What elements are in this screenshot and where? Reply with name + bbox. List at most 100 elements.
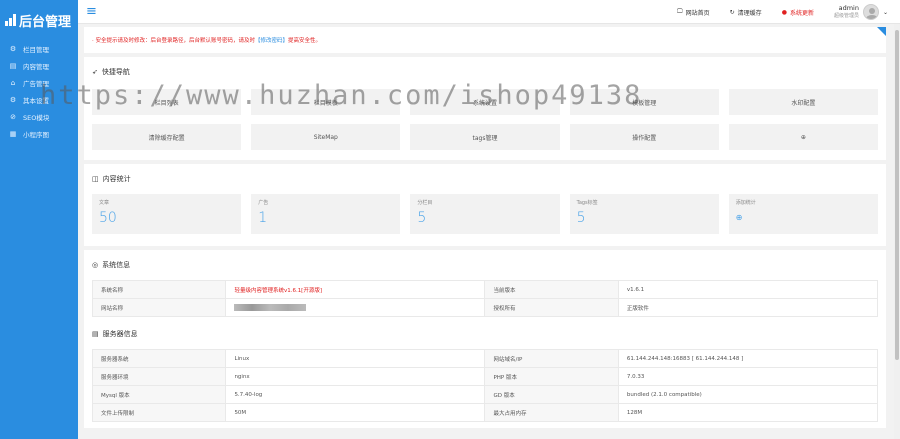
quick-nav-button[interactable]: 水印配置: [728, 89, 878, 115]
sidebar-item-label: 内容管理: [23, 62, 49, 71]
avatar: [862, 4, 879, 20]
alert-icon: ●: [781, 8, 787, 16]
stat-value: 5: [576, 210, 586, 226]
sidebar-item-5[interactable]: ▦ 小程序图: [0, 125, 78, 142]
table-row: 文件上传限制 50M 最大占用内存 128M: [91, 403, 879, 422]
row-label: PHP 版本: [484, 367, 619, 386]
table-row: Mysql 版本 5.7.40-log GD 版本 bundled (2.1.0 co…: [91, 385, 879, 404]
sidebar-item-label: 广告管理: [23, 79, 49, 88]
stat-value: 1: [258, 210, 268, 226]
content-stats-panel: ◫ 内容统计 文章 50 广告 1 分栏目 5 Tags标签 5 添加统计 ⊕: [84, 164, 886, 246]
sidebar-item-1[interactable]: ▤ 内容管理: [0, 57, 78, 74]
logo[interactable]: 后台管理: [0, 0, 78, 40]
row-label: 最大占用内存: [484, 403, 619, 422]
stat-card: 分栏目 5: [410, 194, 560, 234]
sidebar-nav: ⚙ 栏目管理 ▤ 内容管理 ⌂ 广告管理 ⚙ 其本设置 ⊘ SEO模块 ▦ 小程序图: [0, 40, 78, 142]
sidebar-item-label: 其本设置: [23, 96, 49, 105]
row-label: 系统名称: [91, 280, 227, 299]
row-label: 服务器环境: [91, 367, 227, 386]
row-label: 当前版本: [484, 280, 619, 299]
row-value: 轻量级内容管理系统v1.6.1[开源版]: [225, 280, 486, 299]
sidebar-item-3[interactable]: ⚙ 其本设置: [0, 91, 78, 108]
quick-nav-button[interactable]: 栏目列表: [92, 89, 242, 115]
menu-toggle-icon[interactable]: ≡: [86, 4, 97, 19]
quick-nav-button[interactable]: SiteMap: [251, 124, 401, 150]
refresh-icon: ↻: [729, 8, 735, 16]
row-label: Mysql 版本: [91, 385, 227, 404]
add-shortcut-button[interactable]: ⊕: [728, 124, 878, 150]
stat-card: 广告 1: [251, 194, 401, 234]
user-role: 超级管理员: [833, 13, 859, 19]
quick-nav-button[interactable]: 清除缓存配置: [92, 124, 242, 150]
logo-text: 后台管理: [19, 14, 72, 30]
row-label: 服务器系统: [91, 349, 227, 368]
row-value: 61.144.244.148:16883 [ 61.144.244.148 ]: [617, 349, 879, 368]
gear-icon: ⚙: [9, 44, 17, 53]
scrollbar[interactable]: [894, 24, 900, 439]
change-password-link[interactable]: 【修改密码】: [255, 36, 288, 44]
system-update-button[interactable]: ● 系统更新: [782, 8, 814, 17]
row-value: 50M: [225, 403, 486, 422]
stats-title: 内容统计: [102, 175, 131, 183]
logo-icon: [5, 14, 16, 26]
stat-card[interactable]: 添加统计 ⊕: [728, 194, 878, 234]
table-row: 服务器环境 nginx PHP 版本 7.0.33: [91, 367, 879, 386]
scrollbar-thumb[interactable]: [895, 30, 899, 360]
chevron-down-icon: ⌄: [882, 8, 888, 16]
stat-label: 分栏目: [417, 200, 433, 206]
settings-icon: ⚙: [9, 95, 17, 104]
row-label: 网站域名/IP: [484, 349, 619, 368]
home-icon: ⌂: [10, 78, 16, 87]
username: admin: [838, 4, 859, 12]
stat-label: 文章: [99, 200, 110, 206]
website-home-button[interactable]: 🖵 网站首页: [677, 8, 710, 17]
system-info-panel: ◎ 系统信息 系统名称 轻量级内容管理系统v1.6.1[开源版] 当前版本 v1.6.1…: [84, 250, 886, 428]
stat-value: 5: [417, 210, 427, 226]
row-value: 正版软件: [617, 298, 879, 317]
stat-card: Tags标签 5: [569, 194, 719, 234]
stat-card: 文章 50: [92, 194, 242, 234]
sidebar-item-label: SEO模块: [23, 113, 50, 122]
row-value: [225, 298, 486, 317]
server-icon: ▤: [92, 330, 99, 338]
quick-nav-button[interactable]: 模板管理: [569, 89, 719, 115]
table-row: 服务器系统 Linux 网站域名/IP 61.144.244.148:16883 [ …: [91, 349, 879, 368]
grid-icon: ▦: [9, 129, 17, 138]
stat-value: 50: [99, 210, 117, 226]
quick-nav-button[interactable]: 操作配置: [569, 124, 719, 150]
top-bar: ≡ 🖵 网站首页 ↻ 清理缓存 ● 系统更新 admin 超级管理员 ⌄: [78, 0, 900, 24]
table-row: 系统名称 轻量级内容管理系统v1.6.1[开源版] 当前版本 v1.6.1: [91, 280, 879, 299]
sidebar: 后台管理 ⚙ 栏目管理 ▤ 内容管理 ⌂ 广告管理 ⚙ 其本设置 ⊘ SEO模块 ▦ 小程序图: [0, 0, 78, 439]
stats-icon: ◫: [92, 175, 99, 183]
quick-nav-button[interactable]: 系统设置: [410, 89, 560, 115]
quick-nav-button[interactable]: 栏目模板: [251, 89, 401, 115]
sidebar-item-4[interactable]: ⊘ SEO模块: [0, 108, 78, 125]
row-label: GD 版本: [484, 385, 619, 404]
row-value: nginx: [225, 367, 486, 386]
user-menu[interactable]: admin 超级管理员 ⌄: [834, 4, 888, 20]
main-content: · 安全提示请及时修改：后台登录路径，后台默认账号密码，请及时 【修改密码】 提…: [84, 27, 886, 439]
document-icon: ▤: [9, 61, 17, 70]
add-circle-icon: ⊕: [735, 213, 743, 222]
stat-label: Tags标签: [576, 200, 598, 206]
seo-icon: ⊘: [10, 112, 16, 121]
server-info-title: 服务器信息: [102, 330, 138, 338]
send-icon: ➶: [92, 68, 98, 76]
row-value: bundled (2.1.0 compatible): [617, 385, 879, 404]
sidebar-item-0[interactable]: ⚙ 栏目管理: [0, 40, 78, 57]
quick-nav-button[interactable]: tags管理: [410, 124, 560, 150]
row-value: 7.0.33: [617, 367, 879, 386]
row-value: v1.6.1: [617, 280, 879, 299]
sidebar-item-label: 小程序图: [23, 130, 49, 139]
row-value: Linux: [225, 349, 486, 368]
sidebar-item-2[interactable]: ⌂ 广告管理: [0, 74, 78, 91]
stat-label: 广告: [258, 200, 269, 206]
clear-cache-button[interactable]: ↻ 清理缓存: [730, 8, 762, 17]
row-label: 授权所有: [484, 298, 619, 317]
sidebar-item-label: 栏目管理: [23, 45, 49, 54]
quick-nav-title: 快捷导航: [101, 68, 130, 76]
system-info-title: 系统信息: [102, 261, 131, 269]
security-notice: · 安全提示请及时修改：后台登录路径，后台默认账号密码，请及时 【修改密码】 提…: [84, 27, 886, 53]
stat-label: 添加统计: [735, 200, 756, 206]
redacted-site-name: [234, 304, 307, 311]
